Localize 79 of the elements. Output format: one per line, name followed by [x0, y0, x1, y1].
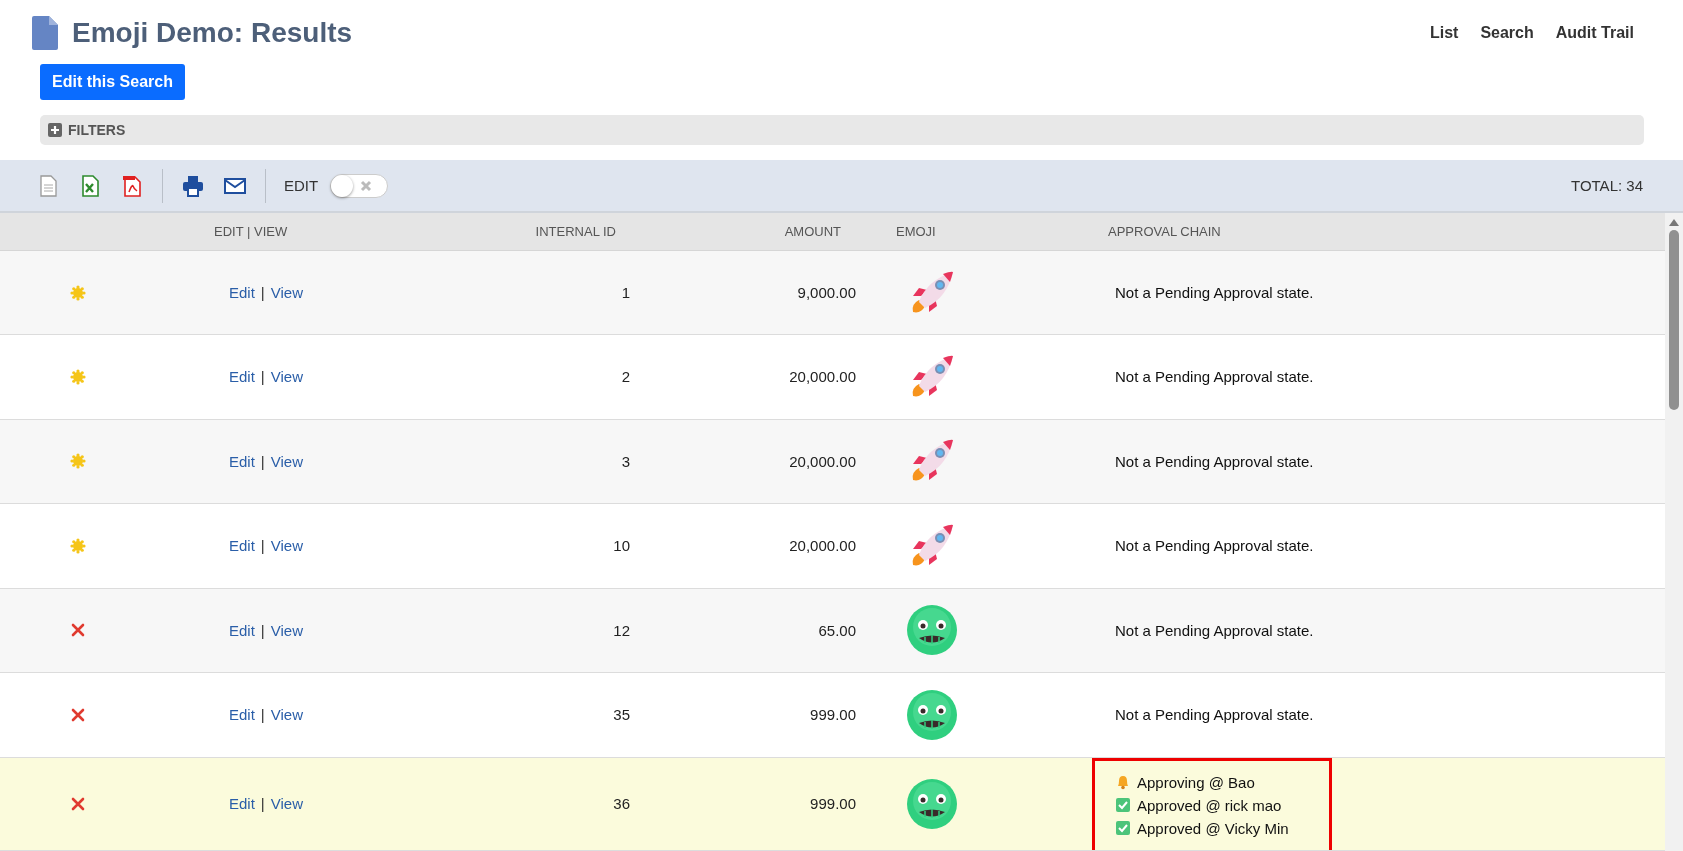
view-link[interactable]: View: [270, 795, 303, 813]
edit-link[interactable]: Edit: [229, 284, 255, 301]
edit-link[interactable]: Edit: [229, 795, 255, 813]
column-header[interactable]: EMOJI: [871, 223, 1071, 239]
bell-icon: [1115, 774, 1131, 791]
print-icon[interactable]: [181, 173, 205, 198]
filters-bar[interactable]: FILTERS: [40, 115, 1644, 145]
edit-link[interactable]: Edit: [229, 368, 255, 386]
view-link[interactable]: View: [270, 706, 303, 724]
pdf-icon[interactable]: [120, 173, 144, 198]
link-separator: |: [260, 706, 265, 724]
view-link[interactable]: View: [270, 284, 303, 301]
link-separator: |: [260, 795, 265, 813]
approval-text: Approving @ Bao: [1137, 773, 1255, 791]
link-separator: |: [260, 621, 265, 639]
cross-icon: [70, 796, 85, 811]
column-header[interactable]: APPROVAL CHAIN: [1071, 223, 1665, 239]
scrollbar[interactable]: [1665, 213, 1683, 851]
table-cell-text: 65.00: [817, 621, 857, 639]
view-link[interactable]: View: [270, 368, 303, 386]
approval-text: Not a Pending Approval state.: [1115, 706, 1314, 724]
filters-label: FILTERS: [68, 122, 126, 138]
edit-link[interactable]: Edit: [229, 537, 255, 555]
approval-text: Not a Pending Approval state.: [1115, 284, 1314, 301]
edit-link[interactable]: Edit: [229, 621, 255, 639]
approval-text: Approved @ Vicky Min: [1137, 819, 1289, 837]
table-cell-text: 20,000.00: [788, 368, 857, 386]
table-cell-text: 36: [612, 795, 631, 813]
table-cell-text: 10: [612, 537, 631, 555]
edit-toggle[interactable]: [330, 173, 389, 198]
cross-icon: [70, 707, 85, 722]
table-cell-text: 2: [620, 368, 631, 386]
column-header[interactable]: INTERNAL ID: [455, 223, 645, 239]
view-link[interactable]: View: [270, 452, 303, 470]
check-icon: [1115, 820, 1131, 837]
table-cell-text: 20,000.00: [788, 452, 857, 470]
x-icon: [360, 179, 373, 192]
sick-face-icon: [905, 687, 959, 742]
approval-text: Not a Pending Approval state.: [1115, 621, 1314, 639]
nav-link[interactable]: Audit Trail: [1555, 24, 1634, 42]
sick-face-icon: [905, 776, 959, 831]
view-link[interactable]: View: [270, 537, 303, 555]
approval-text: Not a Pending Approval state.: [1115, 452, 1314, 470]
scrollbar-thumb[interactable]: [1669, 230, 1679, 410]
table-cell-text: 999.00: [809, 795, 857, 813]
check-icon: [1115, 797, 1131, 814]
edit-search-button[interactable]: Edit this Search: [40, 64, 185, 100]
column-header[interactable]: AMOUNT: [645, 223, 871, 239]
edit-link[interactable]: Edit: [229, 706, 255, 724]
nav-link[interactable]: Search: [1480, 24, 1534, 42]
total-count: TOTAL: 34: [1571, 177, 1643, 194]
nav-link[interactable]: List: [1429, 24, 1459, 42]
edit-label: EDIT: [284, 177, 319, 194]
link-separator: |: [260, 284, 265, 301]
view-link[interactable]: View: [270, 621, 303, 639]
link-separator: |: [260, 368, 265, 386]
sun-icon: [69, 453, 86, 470]
sick-face-icon: [905, 603, 959, 658]
approval-text: Not a Pending Approval state.: [1115, 368, 1314, 386]
table-cell-text: 3: [620, 452, 631, 470]
document-icon: [32, 16, 58, 50]
link-separator: |: [260, 537, 265, 555]
edit-link[interactable]: Edit: [229, 452, 255, 470]
scroll-up-icon[interactable]: [1669, 219, 1679, 226]
link-separator: |: [260, 452, 265, 470]
sun-icon: [69, 284, 86, 301]
cross-icon: [70, 623, 85, 638]
table-cell-text: 1: [620, 284, 631, 301]
table-cell-text: 12: [612, 621, 631, 639]
table-cell-text: 9,000.00: [796, 284, 857, 301]
table-cell-text: 35: [612, 706, 631, 724]
sun-icon: [69, 368, 86, 385]
column-header[interactable]: EDIT | VIEW: [155, 223, 455, 239]
sun-icon: [69, 537, 86, 554]
approval-text: Approved @ rick mao: [1137, 796, 1282, 814]
table-cell-text: 20,000.00: [788, 537, 857, 555]
page-title: Emoji Demo: Results: [72, 17, 354, 49]
table-cell-text: 999.00: [809, 706, 857, 724]
approval-text: Not a Pending Approval state.: [1115, 537, 1314, 555]
